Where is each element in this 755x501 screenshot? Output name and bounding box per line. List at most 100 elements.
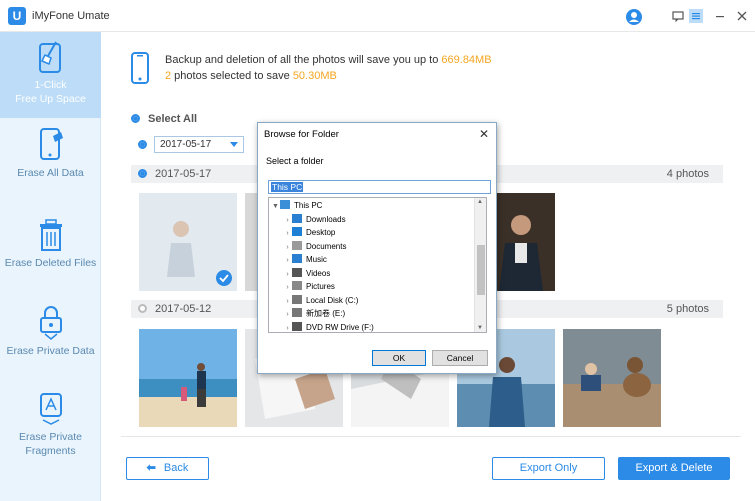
select-all-option[interactable]: Select All <box>131 113 197 125</box>
app-fragments-icon <box>39 393 62 425</box>
export-only-button[interactable]: Export Only <box>492 457 605 480</box>
group-radio[interactable] <box>138 304 147 313</box>
tree-item-label: 新加卷 (E:) <box>306 309 346 318</box>
group-date: 2017-05-17 <box>155 168 212 180</box>
chevron-right-icon[interactable]: › <box>283 281 292 294</box>
export-delete-button[interactable]: Export & Delete <box>618 457 730 480</box>
tree-item-label: DVD RW Drive (F:) <box>306 322 374 332</box>
tree-item-label: Music <box>306 255 327 264</box>
select-all-radio[interactable] <box>131 114 140 123</box>
title-bar: U iMyFone Umate <box>0 0 755 32</box>
trash-icon <box>39 219 62 251</box>
date-filter-radio[interactable] <box>138 140 147 149</box>
date-filter-value: 2017-05-17 <box>160 139 212 150</box>
tree-item[interactable]: › Music <box>283 253 327 266</box>
computer-icon <box>280 200 290 209</box>
sidebar-item-label: 1-Click <box>34 79 67 91</box>
disk-icon <box>292 294 302 304</box>
sidebar-item-label: Free Up Space <box>15 93 86 105</box>
tree-item[interactable]: › 新加卷 (E:) <box>283 307 345 320</box>
tree-item-label: Local Disk (C:) <box>306 295 359 305</box>
summary-line-total: Backup and deletion of all the photos wi… <box>165 54 492 66</box>
chevron-right-icon[interactable]: › <box>283 322 292 333</box>
tree-scrollbar[interactable]: ▲ ▼ <box>474 198 486 332</box>
tree-item[interactable]: ▼ This PC <box>271 199 322 212</box>
scroll-thumb[interactable] <box>477 245 485 295</box>
ok-button[interactable]: OK <box>372 350 426 366</box>
sidebar-item-label: Erase All Data <box>17 167 84 179</box>
browse-folder-dialog: Browse for Folder ✕ Select a folder This… <box>257 122 497 374</box>
back-arrow-icon: ⬅ <box>146 462 156 474</box>
cancel-button[interactable]: Cancel <box>432 350 488 366</box>
group-date: 2017-05-12 <box>155 303 212 315</box>
tree-item-label: Downloads <box>306 214 346 224</box>
videos-icon <box>292 267 302 277</box>
chevron-right-icon[interactable]: › <box>283 227 292 240</box>
chevron-right-icon[interactable]: › <box>283 268 292 281</box>
group-count: 5 photos <box>666 303 709 315</box>
tree-item[interactable]: › Pictures <box>283 280 335 293</box>
summary-text: photos selected to save <box>171 70 293 82</box>
photo-image <box>563 329 661 427</box>
feedback-icon[interactable] <box>671 9 685 23</box>
disk-icon <box>292 308 302 317</box>
tree-item[interactable]: › Desktop <box>283 226 335 239</box>
photo-thumbnail[interactable] <box>563 329 661 427</box>
desktop-icon <box>292 227 302 236</box>
photo-thumbnail[interactable] <box>487 193 555 291</box>
sidebar-item-erase-private-data[interactable]: Erase Private Data <box>0 304 101 384</box>
pictures-icon <box>292 281 302 290</box>
back-button[interactable]: ⬅ Back <box>126 457 209 480</box>
dvd-icon <box>292 321 302 331</box>
folder-tree[interactable]: ▲ ▼ ▼ This PC › Downloads › Desktop › Documents… <box>268 197 487 333</box>
tree-item[interactable]: › Downloads <box>283 213 346 226</box>
tree-item-label: Pictures <box>306 282 335 291</box>
sidebar-item-label: Erase Private <box>18 431 83 443</box>
minimize-icon[interactable] <box>713 9 727 23</box>
tree-item[interactable]: › Videos <box>283 267 330 280</box>
dialog-title: Browse for Folder <box>264 129 339 140</box>
chevron-right-icon[interactable]: › <box>283 295 292 308</box>
select-all-label: Select All <box>148 113 198 125</box>
tree-item[interactable]: › Local Disk (C:) <box>283 294 358 307</box>
scroll-down-icon[interactable]: ▼ <box>477 325 483 331</box>
sidebar-item-free-up-space[interactable]: 1-Click Free Up Space <box>0 32 101 118</box>
chevron-right-icon[interactable]: › <box>283 254 292 267</box>
chevron-down-icon[interactable]: ▼ <box>271 200 280 213</box>
sidebar-item-erase-deleted-files[interactable]: Erase Deleted Files <box>0 218 101 298</box>
summary-text: Backup and deletion of all the photos wi… <box>165 54 442 66</box>
download-icon <box>292 213 302 223</box>
app-title: iMyFone Umate <box>32 10 110 22</box>
sidebar: 1-Click Free Up Space Erase All Data Era… <box>0 32 101 501</box>
folder-name-value: This PC <box>271 182 304 192</box>
date-filter-select[interactable]: 2017-05-17 <box>154 136 244 153</box>
summary-line-selected: 2 photos selected to save 50.30MB <box>165 70 337 82</box>
dialog-close-icon[interactable]: ✕ <box>479 127 489 141</box>
chevron-down-icon <box>230 142 238 147</box>
sidebar-item-label: Erase Deleted Files <box>4 257 97 269</box>
sidebar-item-label: Erase Private Data <box>6 345 95 357</box>
tree-item[interactable]: › Documents <box>283 240 346 253</box>
photo-image <box>139 329 237 427</box>
check-icon <box>216 270 232 286</box>
group-radio[interactable] <box>138 169 147 178</box>
dialog-subtitle: Select a folder <box>266 156 324 166</box>
broom-icon <box>38 41 61 73</box>
user-icon[interactable] <box>626 9 642 25</box>
chevron-right-icon[interactable]: › <box>283 241 292 254</box>
chevron-right-icon[interactable]: › <box>283 214 292 227</box>
tree-item-label: Documents <box>306 241 347 251</box>
scroll-up-icon[interactable]: ▲ <box>477 199 483 205</box>
phone-erase-icon <box>39 128 63 160</box>
sidebar-item-erase-private-fragments[interactable]: Erase Private Fragments <box>0 390 101 490</box>
chevron-right-icon[interactable]: › <box>283 308 292 321</box>
sidebar-item-erase-all-data[interactable]: Erase All Data <box>0 126 101 206</box>
app-logo: U <box>8 7 26 25</box>
close-icon[interactable] <box>735 9 749 23</box>
photo-thumbnail[interactable] <box>139 329 237 427</box>
folder-name-input[interactable]: This PC <box>268 180 491 194</box>
menu-icon[interactable] <box>689 9 703 23</box>
tree-item-label: Desktop <box>306 228 336 237</box>
back-label: Back <box>163 462 189 474</box>
tree-item[interactable]: › DVD RW Drive (F:) <box>283 321 374 333</box>
